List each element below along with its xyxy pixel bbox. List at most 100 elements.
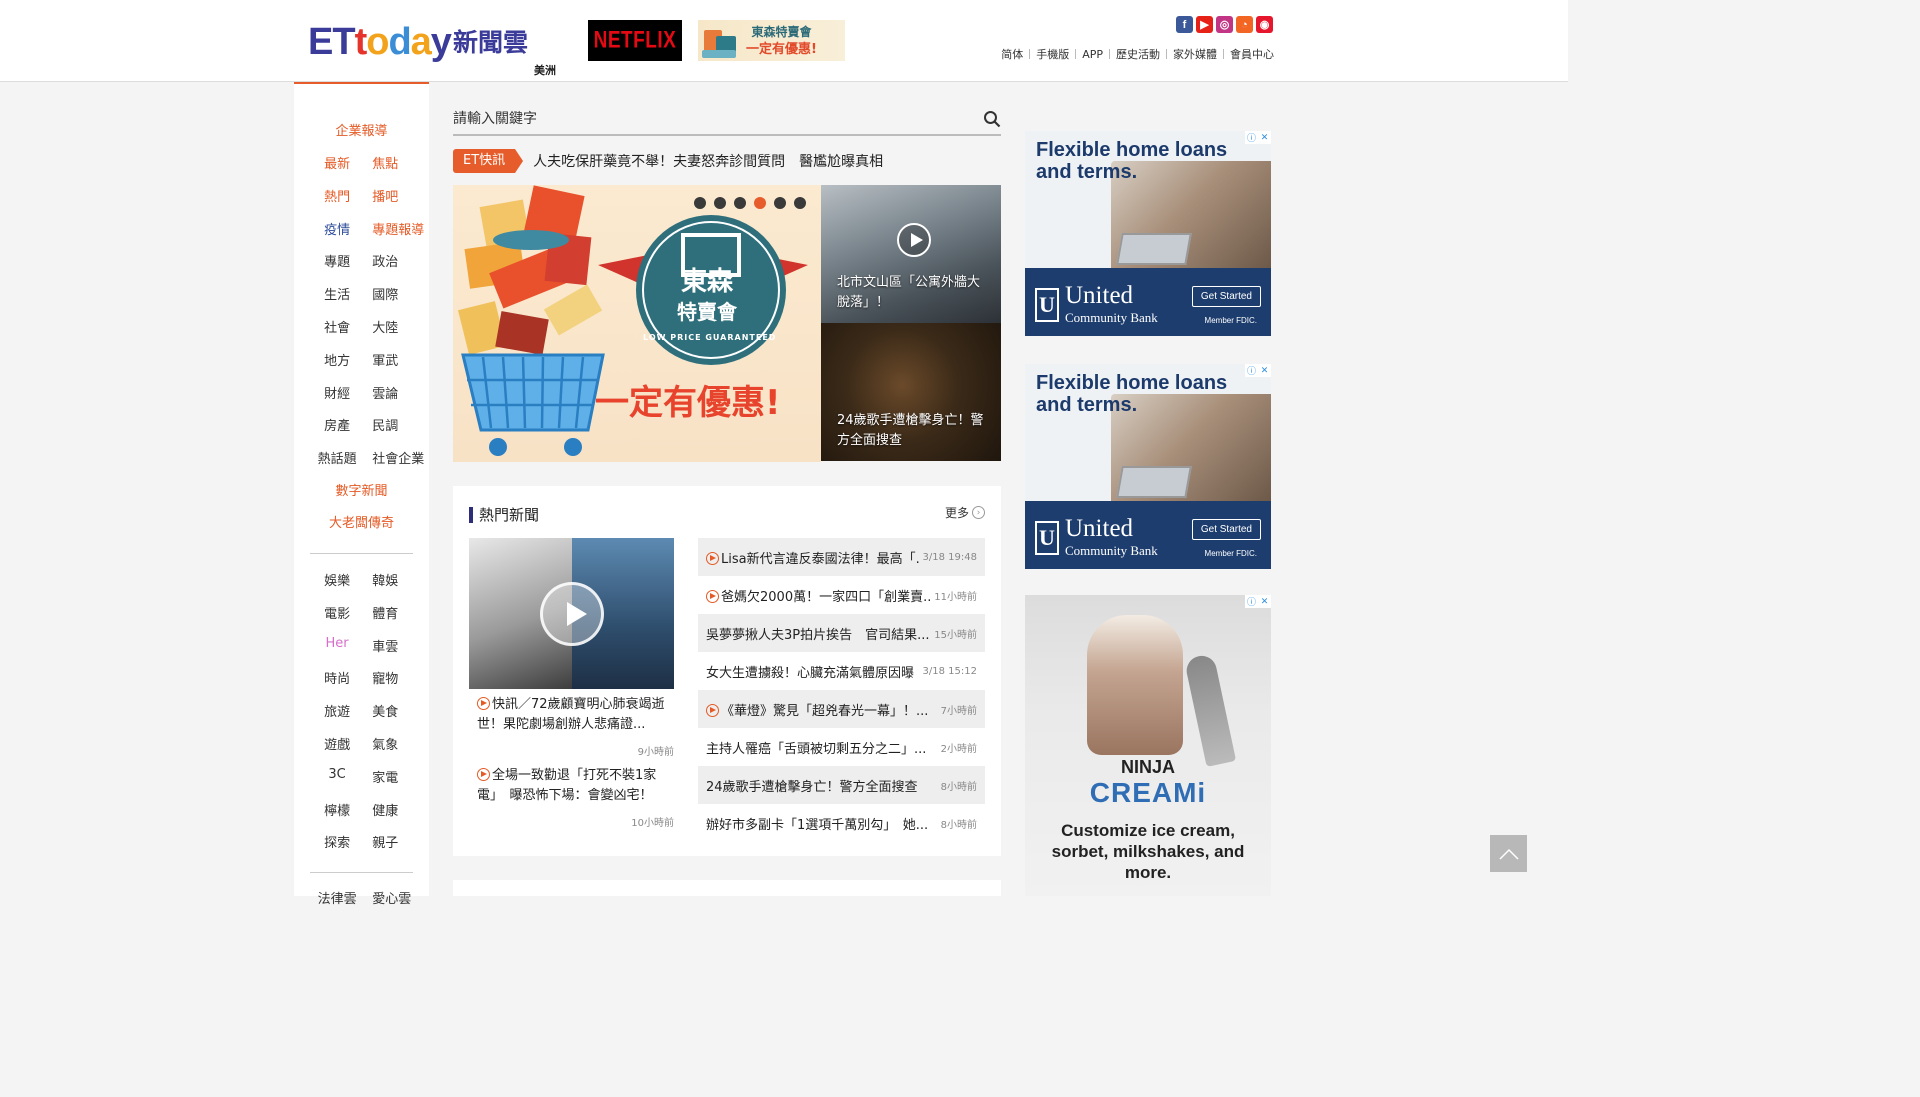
close-icon[interactable]: ✕: [1258, 364, 1271, 377]
youtube-icon[interactable]: ▶: [1196, 16, 1213, 33]
hot-story-link[interactable]: 快訊／72歲顧寶明心肺衰竭逝世！果陀劇場創辦人悲痛證...: [477, 695, 674, 735]
nav-item[interactable]: 法律雲: [294, 888, 364, 907]
nav-item[interactable]: 娛樂: [294, 570, 364, 589]
nav-item[interactable]: 熱門: [294, 186, 364, 205]
nav-item[interactable]: 遊戲: [294, 734, 364, 753]
nav-item[interactable]: 地方: [294, 350, 364, 369]
nav-item[interactable]: 國際: [364, 284, 429, 303]
nav-item[interactable]: 大老闆傳奇: [294, 512, 429, 531]
carousel-dot[interactable]: [754, 197, 766, 209]
get-started-button[interactable]: Get Started: [1191, 519, 1261, 540]
ucb-ad[interactable]: ⓘ ✕ Flexible home loans and terms. U Unit…: [1025, 131, 1271, 336]
nav-item[interactable]: 體育: [364, 603, 429, 622]
facebook-icon[interactable]: f: [1176, 16, 1193, 33]
rss-icon[interactable]: ◔: [1236, 16, 1253, 33]
carousel-dot[interactable]: [714, 197, 726, 209]
nav-item[interactable]: 焦點: [364, 153, 429, 172]
hot-news-item[interactable]: 24歲歌手遭槍擊身亡！警方全面搜查 8小時前: [698, 766, 985, 804]
nav-item[interactable]: 美食: [364, 701, 429, 720]
nav-item[interactable]: 房產: [294, 415, 364, 434]
hot-news-item-text: 《華燈》驚見「超兇春光一幕」！...: [721, 703, 929, 719]
hot-news-item[interactable]: Lisa新代言違反泰國法律！最高「... 3/18 19:48: [698, 538, 985, 576]
nav-item[interactable]: 檸檬: [294, 800, 364, 819]
nav-item[interactable]: Her: [294, 636, 364, 655]
site-logo[interactable]: ETtoday 新聞雲: [308, 18, 528, 62]
nav-item[interactable]: 財經: [294, 383, 364, 402]
close-icon[interactable]: ✕: [1258, 595, 1271, 608]
adchoices-icon[interactable]: ⓘ: [1245, 595, 1258, 608]
nav-item[interactable]: 專題: [294, 251, 364, 270]
nav-item[interactable]: 政治: [364, 251, 429, 270]
nav-divider: [310, 553, 413, 554]
nav-item[interactable]: 家電: [364, 767, 429, 786]
top-link[interactable]: 简体: [1001, 46, 1023, 62]
nav-item[interactable]: 大陸: [364, 317, 429, 336]
side-news-card[interactable]: 北市文山區「公寓外牆大脫落」！: [821, 185, 1001, 323]
nav-item[interactable]: 生活: [294, 284, 364, 303]
nav-item[interactable]: 播吧: [364, 186, 429, 205]
hot-news-item[interactable]: 主持人罹癌「舌頭被切剩五分之二」... 2小時前: [698, 728, 985, 766]
flash-headline[interactable]: 人夫吃保肝藥竟不舉！夫妻怒奔診間質問 醫尷尬曝真相: [533, 151, 883, 171]
more-link[interactable]: 更多 ›: [945, 504, 985, 521]
nav-item[interactable]: 寵物: [364, 668, 429, 687]
top-link[interactable]: APP: [1082, 48, 1103, 61]
hot-news-item[interactable]: 吳夢夢揪人夫3P拍片挨告 官司結果... 15小時前: [698, 614, 985, 652]
nav-item[interactable]: 社會企業: [364, 448, 429, 467]
sale-banner-ad[interactable]: 東森特賣會 一定有優惠!: [698, 20, 845, 61]
nav-item[interactable]: 3C: [294, 767, 364, 786]
nav-item[interactable]: 探索: [294, 832, 364, 851]
hot-news-item[interactable]: 《華燈》驚見「超兇春光一幕」！... 7小時前: [698, 690, 985, 728]
nav-item[interactable]: 雲論: [364, 383, 429, 402]
hero-carousel-slide[interactable]: 東森 特賣會 LOW PRICE GUARANTEED 一定有優惠!: [453, 185, 821, 462]
nav-item[interactable]: 社會: [294, 317, 364, 336]
nav-item[interactable]: 氣象: [364, 734, 429, 753]
nav-item[interactable]: 車雲: [364, 636, 429, 655]
logo-latin: ETtoday: [308, 21, 452, 63]
hot-news-image[interactable]: [469, 538, 674, 689]
hot-news-item[interactable]: 辦好市多副卡「1選項千萬別勾」 她... 8小時前: [698, 804, 985, 842]
carousel-dot[interactable]: [734, 197, 746, 209]
get-started-button[interactable]: Get Started: [1191, 286, 1261, 307]
search-input[interactable]: [453, 104, 953, 134]
hot-story-link[interactable]: 全場一致勸退「打死不裝1家電」 曝恐怖下場：會變凶宅！: [477, 766, 674, 806]
ucb-ad[interactable]: ⓘ ✕ Flexible home loans and terms. U Unit…: [1025, 364, 1271, 569]
nav-row: 專題 政治: [294, 251, 429, 270]
play-icon: [706, 703, 719, 717]
nav-item[interactable]: 軍武: [364, 350, 429, 369]
nav-item[interactable]: 最新: [294, 153, 364, 172]
nav-item[interactable]: 韓娛: [364, 570, 429, 589]
weibo-icon[interactable]: ◉: [1256, 16, 1273, 33]
top-link[interactable]: 家外媒體: [1173, 46, 1217, 62]
top-link[interactable]: 歷史活動: [1116, 46, 1160, 62]
nav-item[interactable]: 旅遊: [294, 701, 364, 720]
nav-item[interactable]: 愛心雲: [364, 888, 429, 907]
region-label[interactable]: 美洲: [534, 62, 556, 78]
hot-news-item[interactable]: 女大生遭擄殺！心臟充滿氣體原因曝 3/18 15:12: [698, 652, 985, 690]
carousel-dot[interactable]: [794, 197, 806, 209]
nav-item[interactable]: 健康: [364, 800, 429, 819]
hot-news-item-time: 11小時前: [934, 591, 977, 603]
nav-item[interactable]: 親子: [364, 832, 429, 851]
top-link[interactable]: 會員中心: [1230, 46, 1274, 62]
nav-item[interactable]: 數字新聞: [294, 480, 429, 499]
hot-news-item[interactable]: 爸媽欠2000萬！一家四口「創業賣... 11小時前: [698, 576, 985, 614]
nav-item[interactable]: 企業報導: [294, 120, 429, 139]
back-to-top-button[interactable]: [1490, 835, 1527, 872]
netflix-ad[interactable]: NETFLIX: [588, 20, 682, 61]
top-link[interactable]: 手機版: [1036, 46, 1069, 62]
adchoices-icon[interactable]: ⓘ: [1245, 364, 1258, 377]
carousel-dot[interactable]: [694, 197, 706, 209]
close-icon[interactable]: ✕: [1258, 131, 1271, 144]
ninja-ad[interactable]: ⓘ ✕ NINJA CREAMi Customize ice cream, sor…: [1025, 595, 1271, 896]
nav-item[interactable]: 電影: [294, 603, 364, 622]
nav-item[interactable]: 專題報導: [364, 219, 429, 238]
nav-item[interactable]: 熱話題: [294, 448, 364, 467]
nav-item[interactable]: 疫情: [294, 219, 364, 238]
nav-item[interactable]: 民調: [364, 415, 429, 434]
side-news-card[interactable]: 24歲歌手遭槍擊身亡！警方全面搜查: [821, 323, 1001, 461]
search-icon[interactable]: [983, 110, 1001, 128]
adchoices-icon[interactable]: ⓘ: [1245, 131, 1258, 144]
nav-item[interactable]: 時尚: [294, 668, 364, 687]
carousel-dot[interactable]: [774, 197, 786, 209]
instagram-icon[interactable]: ◎: [1216, 16, 1233, 33]
